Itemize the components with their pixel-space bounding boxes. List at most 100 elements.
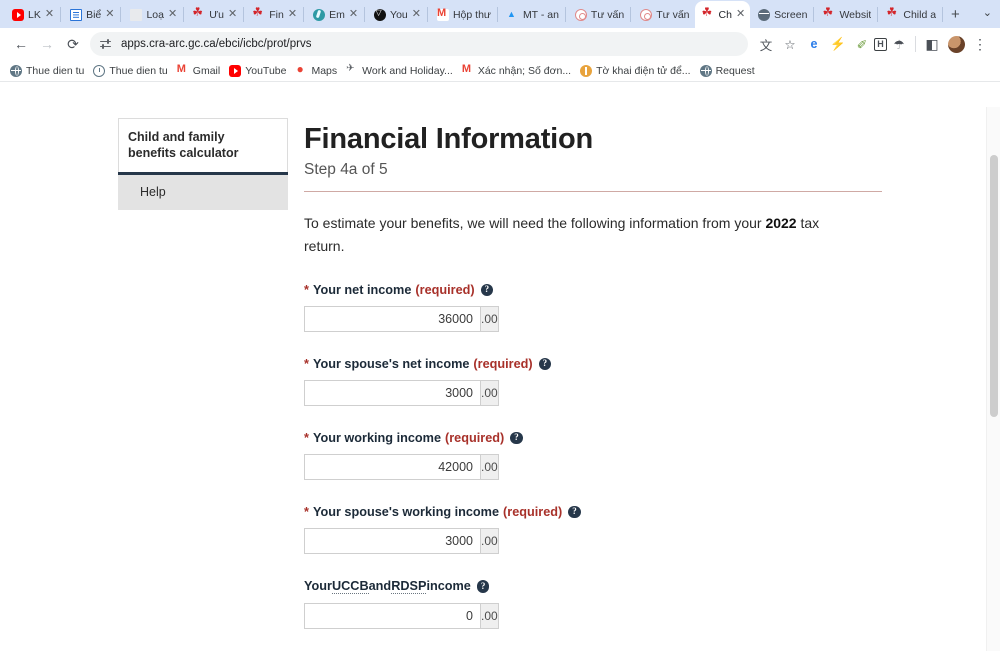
field-group-spouse-working-income: * Your spouse's working income (required… <box>304 505 904 554</box>
spouse-net-income-input[interactable] <box>304 379 480 406</box>
field-label: Your UCCB and RDSP income ? <box>304 579 904 594</box>
field-label-text: Your net income <box>312 282 412 297</box>
bookmark-2[interactable]: Gmail <box>175 63 227 77</box>
tab-1[interactable]: Biể ✕ <box>62 1 119 28</box>
tab-13[interactable]: Websit <box>815 1 876 28</box>
globe-icon <box>10 64 22 77</box>
forward-button[interactable]: → <box>34 31 60 57</box>
side-panel-icon[interactable]: ◧ <box>920 32 944 56</box>
dark-badge-icon <box>374 8 387 21</box>
tab-separator <box>120 6 122 22</box>
tab-close-icon[interactable]: ✕ <box>412 9 421 20</box>
new-tab-button[interactable]: + <box>944 1 967 28</box>
tab-5[interactable]: Em ✕ <box>305 1 363 28</box>
tab-3[interactable]: Ưu ✕ <box>185 1 242 28</box>
youtube-icon <box>12 8 24 21</box>
tab-title: Ch <box>718 8 732 21</box>
bookmark-0[interactable]: Thue dien tu <box>8 64 91 77</box>
chrome-menu-icon[interactable]: ⋮ <box>968 32 992 56</box>
scrollbar-thumb[interactable] <box>989 155 998 417</box>
reload-button[interactable]: ⟳ <box>60 31 86 57</box>
spouse-working-income-input[interactable] <box>304 527 480 554</box>
circle-outline-icon <box>574 8 587 21</box>
toolbar-divider <box>915 36 916 52</box>
tab-2[interactable]: Loạ ✕ <box>122 1 182 28</box>
tab-8[interactable]: MT - an <box>499 1 564 28</box>
rdsp-abbr: RDSP <box>391 578 427 594</box>
tab-4[interactable]: Fin ✕ <box>245 1 302 28</box>
help-icon[interactable]: ? <box>538 357 552 371</box>
extension-pot-icon[interactable]: ☂ <box>887 32 911 56</box>
field-group-net-income: * Your net income (required) ? .00 <box>304 283 904 332</box>
extension-lightning-icon[interactable]: ⚡ <box>826 32 850 56</box>
bookmark-7[interactable]: Tờ khai điện tử để... <box>578 64 697 77</box>
tab-10[interactable]: Tư vấn <box>632 1 694 28</box>
tab-7[interactable]: Hộp thư <box>429 1 496 28</box>
back-button[interactable]: ← <box>8 31 34 57</box>
required-asterisk: * <box>304 504 309 519</box>
tab-close-icon[interactable]: ✕ <box>168 9 177 20</box>
bookmark-label: Gmail <box>192 64 221 77</box>
bookmark-label: Work and Holiday... <box>362 64 453 77</box>
tab-close-icon[interactable]: ✕ <box>45 9 54 20</box>
field-label-text: Your working income <box>312 430 442 445</box>
bookmark-3[interactable]: YouTube <box>227 64 293 77</box>
field-label-text: Your spouse's working income <box>312 504 500 519</box>
bookmark-5[interactable]: Work and Holiday... <box>344 63 460 77</box>
bookmark-6[interactable]: Xác nhận; Số đơn... <box>460 63 578 77</box>
tab-title: Tư vấn <box>590 8 625 21</box>
working-income-input[interactable] <box>304 453 480 480</box>
tab-0[interactable]: LK ✕ <box>4 1 59 28</box>
net-income-input[interactable] <box>304 305 480 332</box>
url-text: apps.cra-arc.gc.ca/ebci/icbc/prot/prvs <box>121 38 312 50</box>
tab-list-chevron-icon[interactable]: ⌄ <box>983 6 992 19</box>
tab-6[interactable]: You ✕ <box>366 1 426 28</box>
help-icon[interactable]: ? <box>568 505 581 519</box>
profile-avatar[interactable] <box>944 32 968 56</box>
tab-close-icon[interactable]: ✕ <box>105 9 114 20</box>
tab-separator <box>426 6 428 22</box>
tab-close-icon[interactable]: ✕ <box>228 9 237 20</box>
sidebar-item-help[interactable]: Help <box>118 175 288 210</box>
field-group-working-income: * Your working income (required) ? .00 <box>304 431 904 480</box>
page-icon <box>130 8 143 21</box>
main-content: Financial Information Step 4a of 5 To es… <box>304 107 904 651</box>
bookmark-star-icon[interactable]: ☆ <box>778 32 802 56</box>
tab-title: You <box>390 8 408 21</box>
circle-outline-icon <box>640 8 653 21</box>
money-input-row: .00 <box>304 379 499 406</box>
tab-separator <box>303 6 305 22</box>
address-bar[interactable]: apps.cra-arc.gc.ca/ebci/icbc/prot/prvs <box>90 32 748 56</box>
bookmark-1[interactable]: Thue dien tu <box>91 64 174 77</box>
uccb-abbr: UCCB <box>331 578 369 594</box>
tune-icon[interactable] <box>100 38 113 50</box>
required-tag: (required) <box>473 356 533 371</box>
step-indicator: Step 4a of 5 <box>304 161 388 179</box>
help-icon[interactable]: ? <box>510 431 523 445</box>
help-icon[interactable]: ? <box>476 580 490 593</box>
uccb-rdsp-income-input[interactable] <box>304 602 480 629</box>
cents-suffix: .00 <box>480 527 499 554</box>
tab-11-active[interactable]: Ch ✕ <box>694 1 751 28</box>
tab-close-icon[interactable]: ✕ <box>349 9 358 20</box>
required-tag: (required) <box>503 504 563 519</box>
tab-9[interactable]: Tư vấn <box>567 1 629 28</box>
bookmark-8[interactable]: Request <box>698 64 762 77</box>
bookmark-4[interactable]: Maps <box>293 62 344 77</box>
page-scrollbar[interactable] <box>986 107 1000 651</box>
tab-12[interactable]: Screen <box>750 1 812 28</box>
cents-suffix: .00 <box>480 379 499 406</box>
tab-close-icon[interactable]: ✕ <box>736 9 745 20</box>
extension-person-icon[interactable]: ✐ <box>850 32 874 56</box>
field-label: * Your working income (required) ? <box>304 431 904 445</box>
translate-icon[interactable]: 文 <box>754 32 778 56</box>
tab-title: LK <box>28 8 41 21</box>
tab-close-icon[interactable]: ✕ <box>288 9 297 20</box>
tab-14[interactable]: Child a <box>879 1 941 28</box>
tab-title: Tư vấn <box>656 8 690 21</box>
tab-title: Loạ <box>146 8 164 21</box>
extension-h-icon[interactable]: H <box>874 37 887 51</box>
help-icon[interactable]: ? <box>480 283 494 297</box>
extension-e-icon[interactable]: e <box>802 32 826 56</box>
browser-window: LK ✕ Biể ✕ Loạ ✕ Ưu ✕ Fin ✕ <box>0 0 1000 651</box>
